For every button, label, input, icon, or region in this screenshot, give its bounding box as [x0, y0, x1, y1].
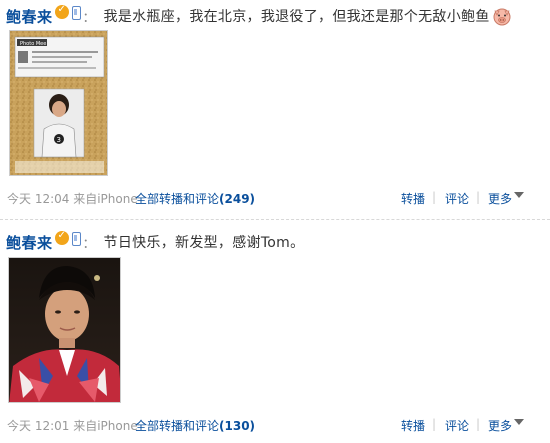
- author-name[interactable]: 鲍春来: [6, 6, 53, 27]
- repost-comment-label: 全部转播和评论: [135, 419, 220, 433]
- repost-button[interactable]: 转播: [401, 190, 425, 207]
- post-image-thumbnail[interactable]: Photo Mee 3: [9, 30, 108, 176]
- post-header: 鲍春来 ： 节日快乐，新发型，感谢Tom。: [6, 230, 304, 254]
- action-divider: |: [432, 190, 437, 204]
- post-image-thumbnail[interactable]: [8, 257, 121, 403]
- colon: ：: [82, 236, 96, 252]
- colon: ：: [82, 10, 96, 26]
- post-header: 鲍春来 ： 我是水瓶座，我在北京，我退役了，但我还是那个无敌小鲍鱼: [6, 4, 512, 28]
- comment-button[interactable]: 评论: [445, 417, 469, 434]
- repost-button[interactable]: 转播: [401, 417, 425, 434]
- mobile-phone-icon: [71, 6, 81, 20]
- repost-comment-count: (249): [219, 192, 256, 206]
- chevron-down-icon[interactable]: [514, 192, 524, 198]
- repost-comment-label: 全部转播和评论: [135, 192, 220, 206]
- image-caption: Photo Mee: [20, 41, 46, 47]
- comment-button[interactable]: 评论: [445, 190, 469, 207]
- post-footer: 今天 12:04 来自iPhone 全部转播和评论(249) 转播 | 评论 |…: [0, 188, 550, 208]
- all-reposts-comments-link[interactable]: 全部转播和评论(249): [135, 190, 255, 207]
- action-divider: |: [476, 417, 481, 431]
- post-divider: [0, 219, 550, 220]
- action-divider: |: [432, 417, 437, 431]
- post-text: 节日快乐，新发型，感谢Tom。: [103, 235, 305, 251]
- post-footer: 今天 12:01 来自iPhone 全部转播和评论(130) 转播 | 评论 |…: [0, 415, 550, 435]
- more-button[interactable]: 更多: [488, 190, 512, 207]
- timestamp[interactable]: 今天 12:01 来自iPhone: [7, 417, 138, 434]
- post-image: [9, 258, 120, 402]
- chevron-down-icon[interactable]: [514, 419, 524, 425]
- post-image: Photo Mee 3: [10, 31, 107, 175]
- action-divider: |: [476, 190, 481, 204]
- timestamp[interactable]: 今天 12:04 来自iPhone: [7, 190, 138, 207]
- post-text: 我是水瓶座，我在北京，我退役了，但我还是那个无敌小鲍鱼: [103, 9, 490, 25]
- repost-comment-count: (130): [219, 419, 256, 433]
- mobile-phone-icon: [71, 232, 81, 246]
- svg-text:3: 3: [57, 136, 61, 144]
- author-name[interactable]: 鲍春来: [6, 232, 53, 253]
- verified-badge-icon: [54, 230, 69, 245]
- more-button[interactable]: 更多: [488, 417, 512, 434]
- pig-face-icon: [493, 8, 511, 26]
- verified-badge-icon: [54, 4, 69, 19]
- all-reposts-comments-link[interactable]: 全部转播和评论(130): [135, 417, 255, 434]
